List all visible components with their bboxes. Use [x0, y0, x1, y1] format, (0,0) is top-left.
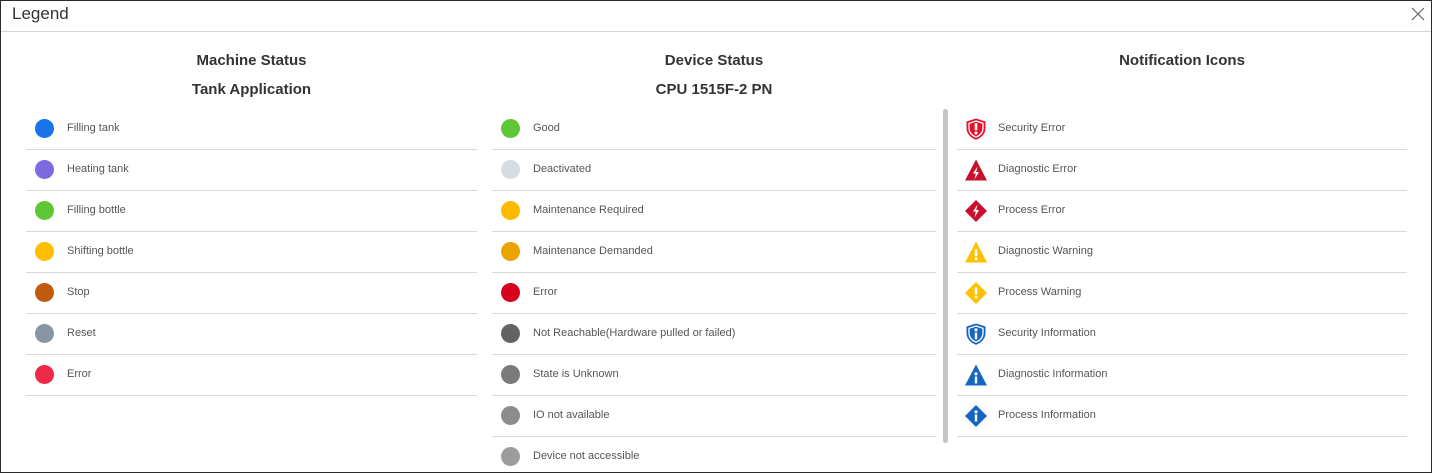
device-status-item-io-not-available: IO not available — [492, 396, 936, 437]
status-dot-icon — [501, 119, 520, 138]
notification-item-process-information: Process Information — [957, 396, 1407, 437]
notification-item-diagnostic-warning: Diagnostic Warning — [957, 232, 1407, 273]
machine-status-item-stop: Stop — [26, 273, 477, 314]
device-status-item-label: State is Unknown — [533, 368, 619, 380]
machine-status-item-label: Stop — [67, 286, 90, 298]
device-status-item-good: Good — [492, 109, 936, 150]
machine-status-item-filling-bottle: Filling bottle — [26, 191, 477, 232]
device-status-item-deactivated: Deactivated — [492, 150, 936, 191]
notification-item-label: Diagnostic Warning — [998, 245, 1093, 257]
machine-status-item-error: Error — [26, 355, 477, 396]
device-status-item-maintenance-demanded: Maintenance Demanded — [492, 232, 936, 273]
diamond-lightning-icon — [964, 199, 988, 223]
device-list-scrollbar[interactable] — [943, 109, 948, 443]
device-status-item-label: Maintenance Required — [533, 204, 644, 216]
device-status-subheading: CPU 1515F-2 PN — [655, 81, 773, 98]
device-status-item-state-is-unknown: State is Unknown — [492, 355, 936, 396]
device-status-heading: Device Status — [664, 52, 764, 69]
device-status-item-label: Deactivated — [533, 163, 592, 175]
diamond-info-icon — [964, 404, 988, 428]
notification-item-process-error: Process Error — [957, 191, 1407, 232]
status-dot-icon — [35, 242, 54, 261]
machine-status-item-label: Filling tank — [67, 122, 120, 134]
notification-item-diagnostic-error: Diagnostic Error — [957, 150, 1407, 191]
machine-status-item-heating-tank: Heating tank — [26, 150, 477, 191]
status-dot-icon — [501, 160, 520, 179]
status-dot-icon — [35, 324, 54, 343]
status-dot-icon — [501, 365, 520, 384]
device-status-item-label: Not Reachable(Hardware pulled or failed) — [533, 327, 736, 339]
machine-status-item-label: Filling bottle — [67, 204, 126, 216]
status-dot-icon — [35, 283, 54, 302]
machine-status-item-filling-tank: Filling tank — [26, 109, 477, 150]
notification-icons-heading: Notification Icons — [1119, 52, 1245, 69]
device-status-item-label: Device not accessible — [533, 450, 640, 462]
notification-item-label: Diagnostic Information — [998, 368, 1108, 380]
device-status-item-label: Good — [533, 122, 560, 134]
notification-item-label: Process Error — [998, 204, 1066, 216]
shield-info-icon — [964, 322, 988, 346]
dialog-titlebar: Legend — [1, 1, 1431, 32]
status-dot-icon — [501, 406, 520, 425]
device-status-column: Device Status CPU 1515F-2 PN Good Deactiv… — [492, 32, 936, 472]
device-status-item-device-not-accessible: Device not accessible — [492, 437, 936, 472]
diamond-exclamation-icon — [964, 281, 988, 305]
device-status-item-label: Error — [533, 286, 558, 298]
notification-item-label: Security Information — [998, 327, 1096, 339]
status-dot-icon — [35, 201, 54, 220]
shield-exclamation-icon — [964, 117, 988, 141]
notification-item-label: Diagnostic Error — [998, 163, 1077, 175]
triangle-exclamation-icon — [964, 240, 988, 264]
notification-icons-list: Security Error Diagnostic Error Process Er… — [957, 109, 1407, 437]
status-dot-icon — [501, 242, 520, 261]
device-status-item-not-reachable-hardware-pulled-or-failed: Not Reachable(Hardware pulled or failed) — [492, 314, 936, 355]
machine-status-item-label: Reset — [67, 327, 96, 339]
status-dot-icon — [501, 201, 520, 220]
device-status-list: Good Deactivated Maintenance Required Maint… — [492, 109, 936, 472]
machine-status-subheading: Tank Application — [191, 81, 312, 98]
status-dot-icon — [501, 283, 520, 302]
device-status-item-maintenance-required: Maintenance Required — [492, 191, 936, 232]
triangle-info-icon — [964, 363, 988, 387]
device-status-item-error: Error — [492, 273, 936, 314]
machine-status-item-label: Heating tank — [67, 163, 129, 175]
status-dot-icon — [35, 160, 54, 179]
status-dot-icon — [35, 119, 54, 138]
device-status-item-label: IO not available — [533, 409, 610, 421]
notification-item-label: Security Error — [998, 122, 1066, 134]
close-icon[interactable] — [1411, 7, 1425, 21]
machine-status-list: Filling tank Heating tank Filling bottle Sh… — [26, 109, 477, 396]
machine-status-item-label: Shifting bottle — [67, 245, 134, 257]
machine-status-item-label: Error — [67, 368, 92, 380]
machine-status-item-shifting-bottle: Shifting bottle — [26, 232, 477, 273]
notification-item-security-error: Security Error — [957, 109, 1407, 150]
device-status-item-label: Maintenance Demanded — [533, 245, 653, 257]
notification-item-diagnostic-information: Diagnostic Information — [957, 355, 1407, 396]
legend-dialog: Legend Machine Status Tank Application F… — [0, 0, 1432, 473]
status-dot-icon — [501, 324, 520, 343]
status-dot-icon — [35, 365, 54, 384]
machine-status-heading: Machine Status — [196, 52, 307, 69]
notification-item-label: Process Information — [998, 409, 1096, 421]
triangle-lightning-icon — [964, 158, 988, 182]
dialog-title: Legend — [12, 4, 69, 23]
status-dot-icon — [501, 447, 520, 466]
notification-item-process-warning: Process Warning — [957, 273, 1407, 314]
machine-status-item-reset: Reset — [26, 314, 477, 355]
notification-item-security-information: Security Information — [957, 314, 1407, 355]
notification-item-label: Process Warning — [998, 286, 1082, 298]
